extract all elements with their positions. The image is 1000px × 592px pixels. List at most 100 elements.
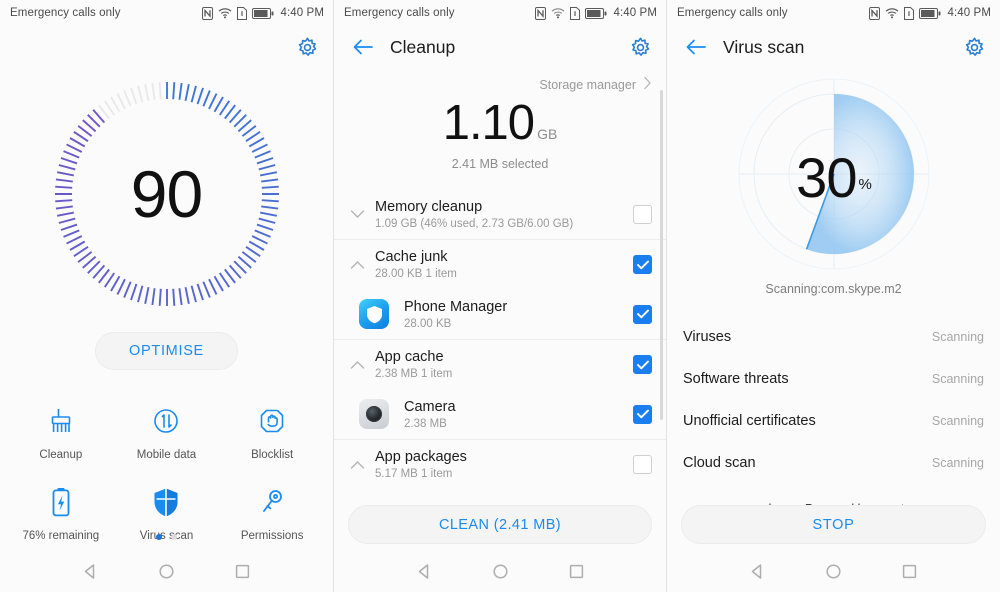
scan-category-status: Scanning [931,372,984,386]
child-subtitle: 2.38 MB [404,417,447,430]
scan-category-status: Scanning [931,456,984,470]
back-arrow-icon[interactable] [350,34,376,60]
total-junk-unit: GB [537,126,558,142]
gear-icon[interactable] [963,36,986,59]
scan-progress-radar: 30% [718,74,950,280]
navigation-bar [667,550,1000,592]
navigation-bar [0,550,333,592]
home-circle-icon[interactable] [822,560,844,582]
clock-label: 4:40 PM [947,7,991,19]
chevron-right-icon [643,76,652,93]
group-title: Memory cleanup [375,198,483,215]
total-junk-size: 1.10 GB [334,99,666,148]
carrier-label: Emergency calls only [344,7,455,19]
scrollbar-thumb[interactable] [660,90,663,420]
scan-progress-value-wrap: 30% [718,74,950,280]
page-indicator [0,534,333,540]
app-bar-cleanup: Cleanup [334,26,666,68]
app-bar-virus-scan: Virus scan [667,26,1000,68]
group-checkbox[interactable] [633,455,652,474]
battery-icon [252,7,274,19]
sim-card-icon [237,6,248,20]
tile-cleanup[interactable]: Cleanup [8,404,114,461]
broom-icon [47,404,75,438]
chevron-up-icon[interactable] [344,260,370,270]
recents-square-icon[interactable] [899,560,921,582]
wifi-icon [218,7,232,19]
nfc-icon [202,6,214,20]
tile-mobile-data[interactable]: Mobile data [114,404,220,461]
nfc-icon [535,6,547,20]
scan-category-status: Scanning [931,414,984,428]
home-circle-icon[interactable] [155,560,177,582]
group-row-cache-junk[interactable]: Cache junk 28.00 KB 1 item [334,239,666,289]
cleanup-body: Storage manager 1.10 GB 2.41 MB selected … [334,68,666,550]
group-subtitle: 5.17 MB 1 item [375,468,453,480]
group-row-memory-cleanup[interactable]: Memory cleanup 1.09 GB (46% used, 2.73 G… [334,189,666,239]
scan-category-label: Unofficial certificates [683,413,816,429]
scan-row-viruses: Viruses Scanning [683,316,984,358]
back-triangle-icon[interactable] [746,560,768,582]
group-checkbox[interactable] [633,204,652,224]
child-subtitle: 28.00 KB [404,317,452,330]
stop-button-container: STOP [667,505,1000,544]
status-icons: 4:40 PM [535,6,657,20]
scan-category-label: Viruses [683,329,732,345]
screen-cleanup: Emergency calls only 4:40 PM Cleanup Sto… [333,0,666,592]
page-title: Cleanup [390,36,456,57]
home-body: 90 OPTIMISE Cleanup Mobile data Blocklis… [0,68,333,550]
mobile-data-icon [151,404,181,438]
navigation-bar [334,550,666,592]
back-arrow-icon[interactable] [683,34,709,60]
phone-manager-app-icon [359,299,389,329]
group-subtitle: 28.00 KB 1 item [375,268,457,280]
recents-square-icon[interactable] [232,560,254,582]
page-dot-active[interactable] [156,534,162,540]
clean-button-container: CLEAN (2.41 MB) [334,489,666,550]
junk-group-list: Memory cleanup 1.09 GB (46% used, 2.73 G… [334,189,666,489]
child-checkbox[interactable] [633,404,652,424]
child-row-phone-manager[interactable]: Phone Manager 28.00 KB [334,289,666,339]
page-title: Virus scan [723,36,805,57]
group-title: Cache junk [375,249,448,265]
stop-button[interactable]: STOP [681,505,986,544]
app-icon-box [344,399,404,429]
clean-button[interactable]: CLEAN (2.41 MB) [348,505,652,544]
screen-phone-manager-home: Emergency calls only 4:40 PM 90 OPTIMISE… [0,0,333,592]
screenshot-root: Emergency calls only 4:40 PM 90 OPTIMISE… [0,0,1000,592]
child-texts: Camera 2.38 MB [404,399,633,430]
home-circle-icon[interactable] [489,560,511,582]
group-subtitle: 1.09 GB (46% used, 2.73 GB/6.00 GB) [375,217,574,230]
status-bar: Emergency calls only 4:40 PM [334,0,666,26]
back-triangle-icon[interactable] [79,560,101,582]
back-triangle-icon[interactable] [413,560,435,582]
tile-label: Blocklist [251,449,294,461]
chevron-up-icon[interactable] [344,460,370,470]
scan-row-software-threats: Software threats Scanning [683,358,984,400]
group-checkbox[interactable] [633,255,652,274]
group-row-app-packages[interactable]: App packages 5.17 MB 1 item [334,439,666,489]
child-checkbox[interactable] [633,304,652,324]
child-title: Phone Manager [404,298,508,315]
gear-icon[interactable] [296,36,319,59]
gear-icon[interactable] [629,36,652,59]
shortcut-tiles: Cleanup Mobile data Blocklist 76% remain… [0,404,333,542]
battery-icon [919,7,941,19]
chevron-down-icon[interactable] [344,209,370,219]
page-dot[interactable] [171,534,177,540]
carrier-label: Emergency calls only [677,7,788,19]
group-checkbox[interactable] [633,355,652,374]
tile-blocklist[interactable]: Blocklist [219,404,325,461]
scan-category-list: Viruses Scanning Software threats Scanni… [667,316,1000,484]
group-title: App packages [375,449,467,465]
child-row-camera[interactable]: Camera 2.38 MB [334,389,666,439]
optimise-button[interactable]: OPTIMISE [95,332,238,370]
recents-square-icon[interactable] [565,560,587,582]
blocklist-hand-icon [257,404,287,438]
scan-category-label: Cloud scan [683,455,756,471]
scanning-target-label: Scanning:com.skype.m2 [765,282,902,296]
group-texts: Cache junk 28.00 KB 1 item [370,249,633,280]
storage-manager-link[interactable]: Storage manager [334,68,666,93]
group-row-app-cache[interactable]: App cache 2.38 MB 1 item [334,339,666,389]
chevron-up-icon[interactable] [344,360,370,370]
